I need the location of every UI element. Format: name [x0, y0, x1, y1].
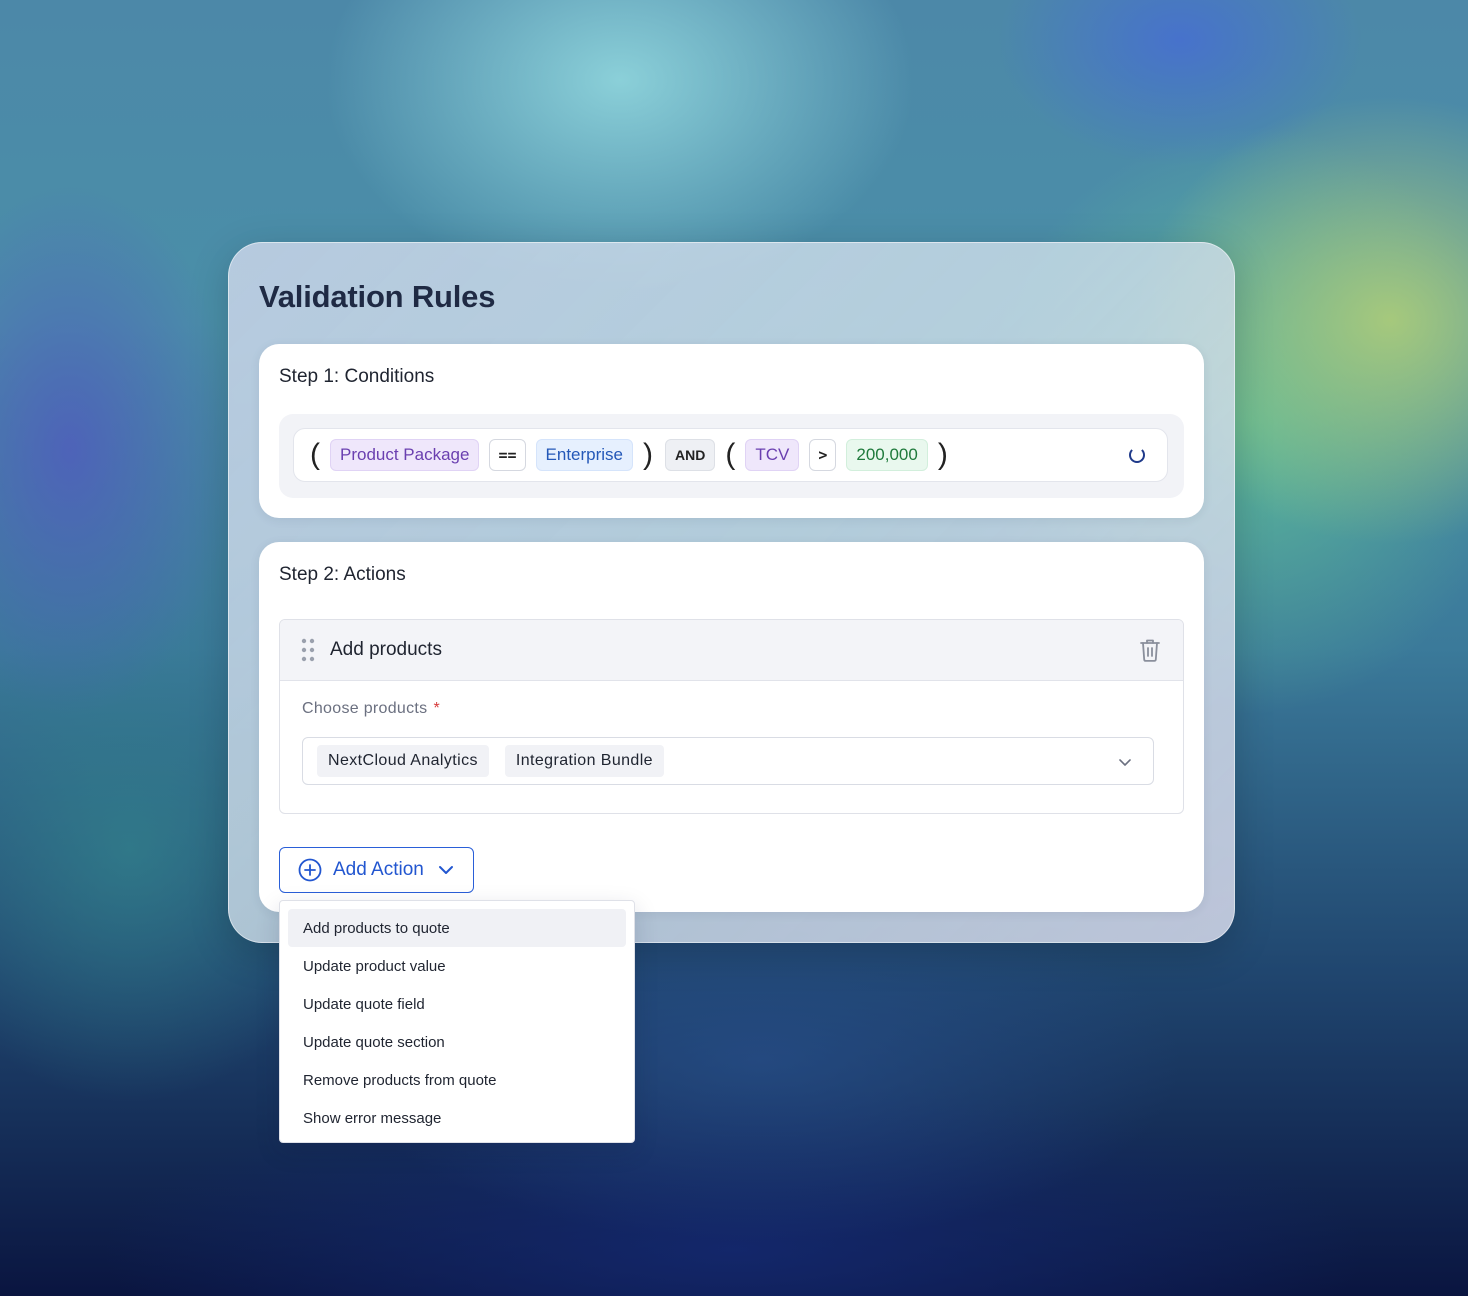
condition-container: ( Product Package == Enterprise ) AND ( …	[279, 414, 1184, 498]
conditions-title: Step 1: Conditions	[279, 366, 435, 387]
condition-value-token[interactable]: 200,000	[846, 439, 928, 471]
product-chip[interactable]: Integration Bundle	[504, 745, 664, 777]
actions-title: Step 2: Actions	[279, 564, 406, 585]
trash-icon[interactable]	[1139, 638, 1161, 662]
chevron-down-icon[interactable]	[1117, 754, 1133, 770]
plus-circle-icon	[298, 858, 322, 882]
panel-title: Validation Rules	[259, 279, 496, 314]
condition-value-token[interactable]: Enterprise	[535, 439, 634, 471]
choose-products-label: Choose products *	[302, 700, 440, 718]
action-item: Add products Choose products * NextCloud …	[279, 619, 1184, 814]
condition-expression[interactable]: ( Product Package == Enterprise ) AND ( …	[293, 428, 1168, 482]
conditions-card: Step 1: Conditions ( Product Package == …	[259, 344, 1204, 518]
chevron-down-icon	[438, 866, 453, 874]
required-marker: *	[433, 700, 440, 717]
menu-item-add-products-to-quote[interactable]: Add products to quote	[288, 909, 626, 947]
loading-spinner-icon	[1129, 447, 1145, 463]
menu-item-update-product-value[interactable]: Update product value	[288, 947, 626, 985]
condition-operator-token[interactable]: ==	[489, 439, 526, 471]
logic-operator-token[interactable]: AND	[665, 439, 716, 471]
menu-item-show-error-message[interactable]: Show error message	[288, 1099, 626, 1137]
products-multiselect[interactable]: NextCloud Analytics Integration Bundle	[302, 737, 1154, 785]
add-action-button[interactable]: Add Action	[279, 847, 474, 893]
menu-item-update-quote-section[interactable]: Update quote section	[288, 1023, 626, 1061]
field-label-text: Choose products	[302, 700, 428, 717]
menu-item-update-quote-field[interactable]: Update quote field	[288, 985, 626, 1023]
validation-rules-panel: Validation Rules Step 1: Conditions ( Pr…	[228, 242, 1235, 943]
actions-card: Step 2: Actions Add products Choose prod…	[259, 542, 1204, 912]
open-paren: (	[725, 438, 736, 471]
open-paren: (	[310, 438, 320, 471]
condition-operator-token[interactable]: >	[809, 439, 837, 471]
action-name: Add products	[330, 639, 442, 660]
close-paren: )	[643, 438, 654, 471]
condition-field-token[interactable]: TCV	[745, 439, 800, 471]
product-chip[interactable]: NextCloud Analytics	[317, 745, 489, 777]
close-paren: )	[937, 438, 948, 471]
condition-field-token[interactable]: Product Package	[330, 439, 480, 471]
add-action-label: Add Action	[333, 859, 424, 880]
drag-handle-icon[interactable]	[300, 637, 316, 663]
action-header: Add products	[280, 620, 1183, 681]
menu-item-remove-products-from-quote[interactable]: Remove products from quote	[288, 1061, 626, 1099]
add-action-dropdown-menu: Add products to quote Update product val…	[279, 900, 635, 1143]
